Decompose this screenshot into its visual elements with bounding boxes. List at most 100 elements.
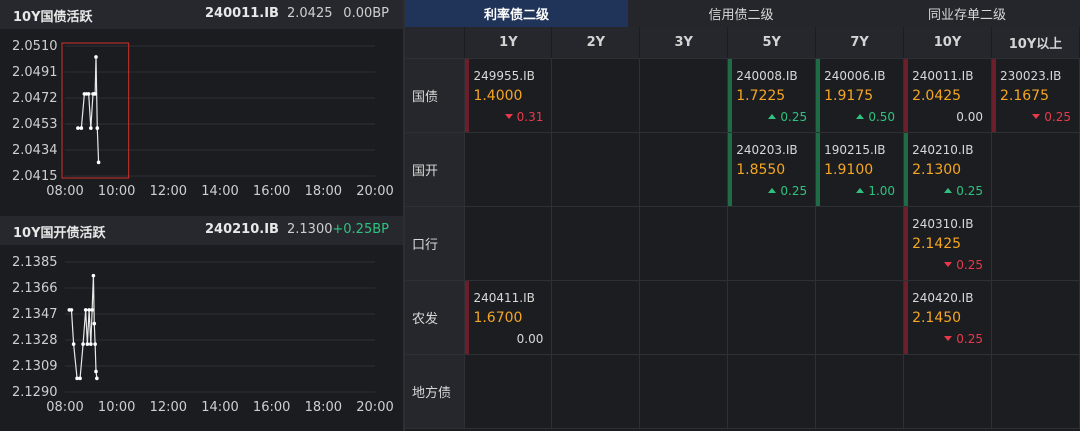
change-value: 0.25 <box>956 183 983 198</box>
column-header[interactable]: 10Y <box>903 27 992 59</box>
arrow-down-icon <box>1032 114 1041 119</box>
quote-cell <box>464 206 553 281</box>
quote-cell <box>464 132 553 207</box>
y-tick-label: 2.1328 <box>12 333 58 348</box>
quote-cell <box>991 132 1080 207</box>
intraday-yield-chart[interactable]: 2.1385 2.1366 2.1347 2.1328 2.1309 2.129008:0… <box>0 245 403 431</box>
change-value: 0.50 <box>868 109 896 124</box>
quote-cell[interactable]: 230023.IB 2.1675 0.25 <box>991 58 1080 133</box>
market-tabs: 利率债二级 信用债二级 同业存单二级 <box>405 0 1080 27</box>
arrow-up-icon <box>768 114 777 119</box>
quote-cell <box>551 354 641 429</box>
quote-cell-content: 240310.IB 2.1425 0.25 <box>904 206 991 280</box>
bond-code[interactable]: 240011.IB <box>205 6 279 21</box>
quote-cell <box>639 58 729 133</box>
x-tick-label: 12:00 <box>150 400 187 415</box>
quote-cell <box>727 280 817 355</box>
quote-cell[interactable]: 240006.IB 1.9175 0.50 <box>815 58 905 133</box>
bond-code: 190215.IB <box>824 142 886 157</box>
trend-bar <box>816 132 821 206</box>
trend-bar <box>728 58 733 132</box>
yield-change: 0.31 <box>504 110 543 124</box>
data-point <box>89 126 93 130</box>
quote-cell[interactable]: 240411.IB 1.6700 0.00 <box>464 280 553 355</box>
bond-yield: 1.4000 <box>473 87 523 104</box>
quote-cell-content: 240203.IB 1.8550 0.25 <box>728 132 815 206</box>
trend-bar <box>904 280 909 354</box>
column-header[interactable]: 5Y <box>727 27 817 59</box>
quote-cell <box>727 206 817 281</box>
tab-rate-bond-secondary[interactable]: 利率债二级 <box>405 0 628 27</box>
quote-cell[interactable]: 240210.IB 2.1300 0.25 <box>903 132 992 207</box>
bond-yield: 1.7225 <box>736 87 786 104</box>
x-tick-label: 08:00 <box>46 184 83 199</box>
x-tick-label: 18:00 <box>305 400 342 415</box>
bond-code: 230023.IB <box>1000 68 1062 83</box>
bp-change: +0.25BP <box>332 222 389 237</box>
trend-bar <box>904 132 909 206</box>
data-point <box>71 342 76 346</box>
column-header[interactable]: 10Y以上 <box>991 27 1080 59</box>
bond-code: 240011.IB <box>912 68 974 83</box>
quote-cell <box>464 354 553 429</box>
x-tick-label: 10:00 <box>98 400 135 415</box>
x-tick-label: 10:00 <box>98 184 135 199</box>
quote-cell[interactable]: 249955.IB 1.4000 0.31 <box>464 58 553 133</box>
bond-yield: 2.1425 <box>912 235 962 252</box>
x-tick-label: 20:00 <box>356 184 393 199</box>
bond-code: 240411.IB <box>473 290 535 305</box>
y-tick-label: 2.0491 <box>12 65 58 80</box>
quote-cell-content: 240006.IB 1.9175 0.50 <box>816 58 903 132</box>
quote-cell <box>815 206 905 281</box>
bond-code: 240210.IB <box>912 142 974 157</box>
bond-yield: 2.0425 <box>287 6 333 21</box>
column-header[interactable]: 3Y <box>639 27 729 59</box>
intraday-yield-chart[interactable]: 2.0510 2.0491 2.0472 2.0453 2.0434 2.041508:0… <box>0 29 403 216</box>
data-point <box>79 126 84 130</box>
change-value: 0.25 <box>780 183 808 198</box>
y-tick-label: 2.0472 <box>12 91 58 106</box>
data-point <box>90 308 94 312</box>
table-row: 国开 240203.IB 1.8550 0.25 190215.IB 1.9100 1.00… <box>405 132 1080 207</box>
table-row: 口行 240310.IB 2.1425 0.25 <box>405 206 1080 281</box>
chart-header: 10Y国债活跃 240011.IB 2.0425 0.00BP <box>0 0 403 29</box>
data-point <box>91 273 96 278</box>
data-point <box>92 321 97 326</box>
arrow-up-icon <box>856 188 865 193</box>
quote-cell[interactable]: 240203.IB 1.8550 0.25 <box>727 132 817 207</box>
arrow-down-icon <box>944 262 953 267</box>
quote-cell <box>727 354 817 429</box>
quote-cell <box>903 354 992 429</box>
y-tick-label: 2.1366 <box>12 281 58 296</box>
x-tick-label: 14:00 <box>201 184 238 199</box>
y-tick-label: 2.1309 <box>12 359 58 374</box>
column-header[interactable]: 7Y <box>815 27 905 59</box>
column-header[interactable]: 1Y <box>464 27 553 59</box>
data-point <box>78 376 82 381</box>
row-label: 地方债 <box>405 354 466 429</box>
bond-yield: 2.0425 <box>912 87 962 104</box>
quote-cell[interactable]: 240420.IB 2.1450 0.25 <box>903 280 992 355</box>
quote-cell <box>639 280 729 355</box>
chart-title[interactable]: 10Y国开债活跃 <box>13 222 106 241</box>
bond-code: 240420.IB <box>912 290 974 305</box>
data-point <box>89 342 93 346</box>
data-point <box>76 126 80 130</box>
tab-ncd-secondary[interactable]: 同业存单二级 <box>854 0 1080 27</box>
bond-yield: 2.1300 <box>287 222 333 237</box>
table-row: 地方债 <box>405 354 1080 429</box>
corner-cell <box>405 27 466 59</box>
trend-bar <box>904 206 909 280</box>
bond-code[interactable]: 240210.IB <box>205 222 279 237</box>
tab-credit-bond-secondary[interactable]: 信用债二级 <box>628 0 854 27</box>
quote-cell[interactable]: 240011.IB 2.0425 0.00 <box>903 58 992 133</box>
bond-yield: 1.8550 <box>736 161 786 178</box>
change-value: 0.25 <box>780 109 808 124</box>
quote-cell[interactable]: 240310.IB 2.1425 0.25 <box>903 206 992 281</box>
column-header[interactable]: 2Y <box>551 27 641 59</box>
quote-cell[interactable]: 240008.IB 1.7225 0.25 <box>727 58 817 133</box>
yield-change: 0.25 <box>1032 110 1071 124</box>
chart-title[interactable]: 10Y国债活跃 <box>13 6 93 25</box>
y-tick-label: 2.0434 <box>12 143 58 158</box>
quote-cell[interactable]: 190215.IB 1.9100 1.00 <box>815 132 905 207</box>
